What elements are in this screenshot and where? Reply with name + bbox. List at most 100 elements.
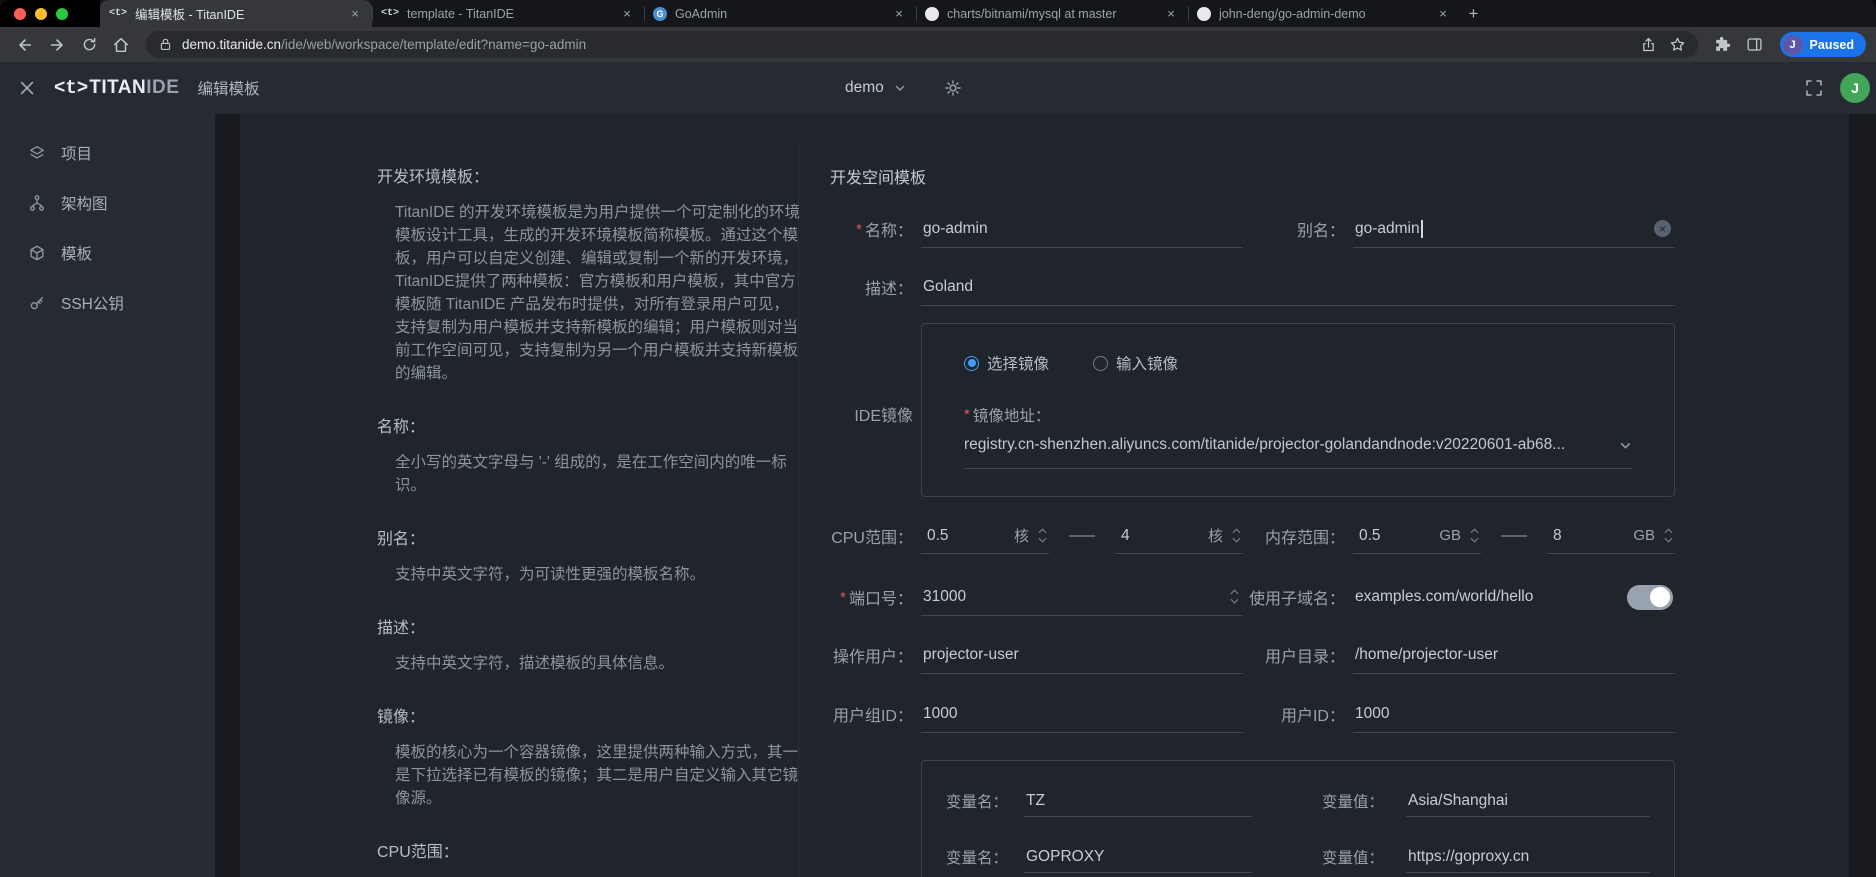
subdomain-toggle[interactable]: [1627, 585, 1673, 610]
macos-zoom-icon[interactable]: [56, 8, 68, 20]
memory-max-input[interactable]: 8 GB: [1547, 518, 1675, 554]
radio-label: 输入镜像: [1116, 352, 1178, 374]
architecture-icon: [28, 194, 46, 212]
address-bar[interactable]: demo.titanide.cn/ide/web/workspace/templ…: [146, 31, 1698, 58]
app-body: 项目 架构图 模板 SSH公钥 开发环境模板： TitanIDE 的: [0, 114, 1876, 877]
macos-close-icon[interactable]: [14, 8, 26, 20]
bookmark-star-icon[interactable]: [1669, 36, 1686, 53]
home-button[interactable]: [106, 30, 136, 60]
help-section-title: 描述：: [377, 614, 801, 638]
tab-edit-template[interactable]: <t> 编辑模板 - TitanIDE ×: [100, 0, 372, 27]
tab-title: 编辑模板 - TitanIDE: [135, 4, 339, 23]
forward-button[interactable]: [42, 30, 72, 60]
macos-minimize-icon[interactable]: [35, 8, 47, 20]
profile-button[interactable]: J Paused: [1780, 32, 1866, 57]
url-text: demo.titanide.cn/ide/web/workspace/templ…: [182, 37, 586, 52]
operate-user-value: projector-user: [923, 646, 1019, 664]
radio-input-image[interactable]: 输入镜像: [1093, 352, 1178, 374]
number-stepper[interactable]: [1230, 589, 1241, 604]
reload-button[interactable]: [74, 30, 104, 60]
cpu-max-value: 4: [1115, 527, 1208, 545]
tab-github-mysql[interactable]: charts/bitnami/mysql at master ×: [916, 0, 1188, 27]
sidebar-item-label: 项目: [61, 142, 92, 164]
browser-toolbar: demo.titanide.cn/ide/web/workspace/templ…: [0, 27, 1876, 62]
user-dir-input[interactable]: /home/projector-user: [1353, 636, 1675, 674]
memory-min-input[interactable]: 0.5 GB: [1353, 518, 1481, 554]
user-avatar[interactable]: J: [1840, 73, 1870, 103]
tab-template[interactable]: <t> template - TitanIDE ×: [372, 0, 644, 27]
description-label: 描述：: [813, 275, 913, 299]
radio-select-image[interactable]: 选择镜像: [964, 352, 1049, 374]
cpu-min-value: 0.5: [921, 527, 1014, 545]
tab-github-go-admin-demo[interactable]: john-deng/go-admin-demo ×: [1188, 0, 1460, 27]
env-name-label: 变量名：: [946, 790, 1018, 812]
titanide-favicon-icon: <t>: [381, 8, 399, 19]
share-icon[interactable]: [1640, 36, 1657, 53]
env-name-input[interactable]: TZ: [1024, 785, 1252, 817]
cpu-unit: 核: [1014, 525, 1029, 546]
number-stepper[interactable]: [1470, 528, 1481, 543]
stepper-down-icon: [1232, 537, 1241, 543]
alias-value: go-admin: [1355, 220, 1420, 238]
sidebar-item-projects[interactable]: 项目: [0, 128, 215, 178]
radio-selected-icon: [964, 356, 979, 371]
workspace-selector[interactable]: demo: [845, 79, 884, 97]
tab-close-icon[interactable]: ×: [1163, 6, 1179, 22]
key-icon: [28, 294, 46, 312]
image-source-radio-group: 选择镜像 输入镜像: [964, 352, 1632, 374]
cpu-min-input[interactable]: 0.5 核: [921, 518, 1049, 554]
user-id-input[interactable]: 1000: [1353, 695, 1675, 733]
side-panel-button[interactable]: [1740, 30, 1770, 60]
name-field[interactable]: go-admin: [921, 210, 1243, 248]
tab-close-icon[interactable]: ×: [891, 6, 907, 22]
operate-user-input[interactable]: projector-user: [921, 636, 1243, 674]
titanide-logo: <t> TITAN IDE: [54, 77, 179, 99]
stepper-up-icon: [1230, 589, 1239, 595]
new-tab-button[interactable]: +: [1460, 0, 1487, 27]
radio-unselected-icon: [1093, 356, 1108, 371]
number-stepper[interactable]: [1232, 528, 1243, 543]
number-stepper[interactable]: [1038, 528, 1049, 543]
chevron-down-icon[interactable]: [894, 82, 906, 94]
port-subdomain-row: *端口号： 31000 使用子域名： examples.com/world/he…: [828, 578, 1675, 616]
sidebar-item-architecture[interactable]: 架构图: [0, 178, 215, 228]
cpu-max-input[interactable]: 4 核: [1115, 518, 1243, 554]
text-cursor: [1421, 220, 1423, 238]
number-stepper[interactable]: [1664, 528, 1675, 543]
settings-button[interactable]: [944, 79, 962, 97]
tab-goadmin[interactable]: G GoAdmin ×: [644, 0, 916, 27]
alias-field[interactable]: go-admin ×: [1353, 210, 1675, 248]
memory-range-group: 0.5 GB 8 GB: [1353, 518, 1675, 554]
port-input[interactable]: 31000: [921, 578, 1243, 616]
tab-close-icon[interactable]: ×: [347, 6, 363, 22]
clear-field-icon[interactable]: ×: [1654, 220, 1671, 237]
page-title: 编辑模板: [197, 77, 259, 99]
group-id-label: 用户组ID：: [813, 702, 913, 726]
sidebar-item-templates[interactable]: 模板: [0, 228, 215, 278]
logo-text-ide: IDE: [146, 77, 179, 99]
image-address-select[interactable]: registry.cn-shenzhen.aliyuncs.com/titani…: [964, 436, 1632, 469]
env-value-input[interactable]: https://goproxy.cn: [1406, 841, 1650, 873]
window-controls: [0, 0, 100, 27]
extensions-button[interactable]: [1708, 30, 1738, 60]
close-icon[interactable]: [18, 79, 36, 97]
description-field[interactable]: Goland: [921, 268, 1675, 306]
tab-close-icon[interactable]: ×: [619, 6, 635, 22]
profile-status-badge: Paused: [1810, 38, 1854, 52]
range-dash: [1069, 535, 1095, 537]
env-name-input[interactable]: GOPROXY: [1024, 841, 1252, 873]
group-id-value: 1000: [923, 705, 957, 723]
tab-title: charts/bitnami/mysql at master: [947, 7, 1155, 21]
tab-close-icon[interactable]: ×: [1435, 6, 1451, 22]
help-section-title: 名称：: [377, 413, 801, 437]
env-name-value: TZ: [1026, 792, 1045, 810]
form-title: 开发空间模板: [830, 164, 926, 188]
sidebar-item-ssh-keys[interactable]: SSH公钥: [0, 278, 215, 328]
env-value-input[interactable]: Asia/Shanghai: [1406, 785, 1650, 817]
fullscreen-icon[interactable]: [1804, 78, 1824, 98]
group-id-input[interactable]: 1000: [921, 695, 1243, 733]
memory-min-value: 0.5: [1353, 527, 1439, 545]
help-column: 开发环境模板： TitanIDE 的开发环境模板是为用户提供一个可定制化的环境模…: [377, 163, 801, 877]
back-button[interactable]: [10, 30, 40, 60]
stepper-down-icon: [1664, 537, 1673, 543]
